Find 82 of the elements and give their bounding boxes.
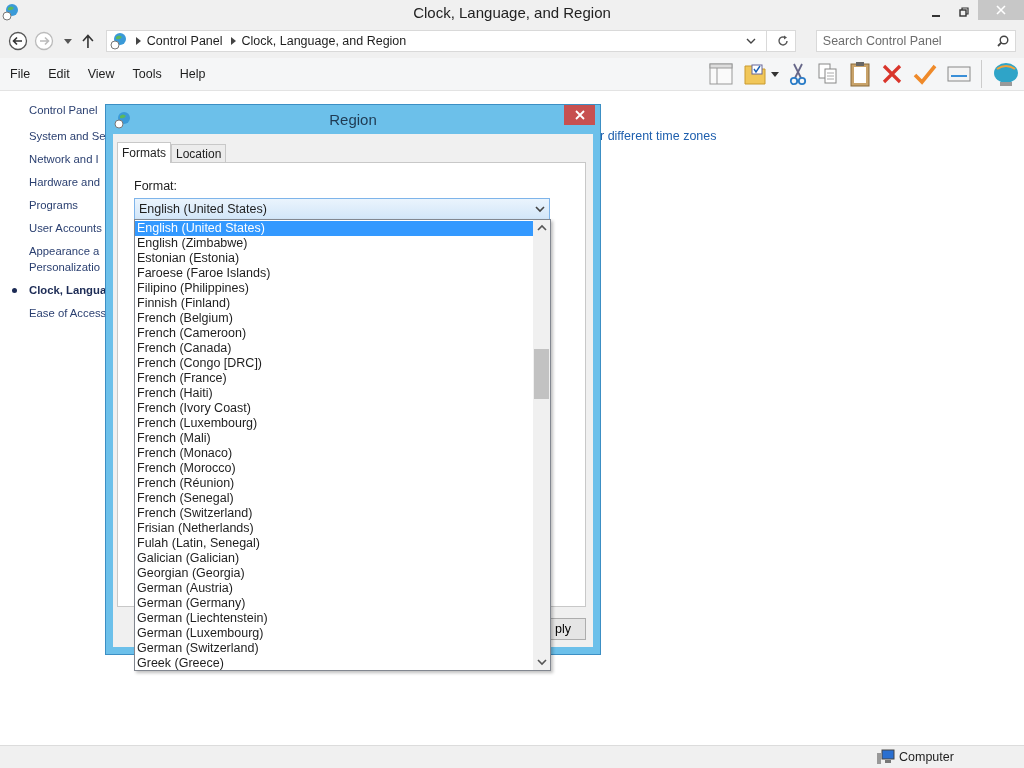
list-option[interactable]: French (Luxembourg) (135, 416, 533, 431)
card-icon[interactable] (947, 65, 971, 83)
dropdown-caret-icon[interactable] (745, 37, 756, 45)
format-label: Format: (134, 179, 179, 193)
scissors-icon[interactable] (789, 62, 807, 86)
list-option[interactable]: Faroese (Faroe Islands) (135, 266, 533, 281)
folder-icon[interactable] (743, 62, 767, 86)
list-option[interactable]: French (Congo [DRC]) (135, 356, 533, 371)
up-arrow-icon[interactable] (81, 34, 94, 48)
sidebar-link[interactable]: Control Panel (29, 102, 98, 118)
checkmark-icon[interactable] (913, 63, 937, 85)
back-button[interactable] (8, 31, 28, 51)
menu-item[interactable]: File (10, 67, 31, 81)
cross-icon[interactable] (881, 63, 903, 85)
list-option[interactable]: Filipino (Philippines) (135, 281, 533, 296)
list-option[interactable]: Finnish (Finland) (135, 296, 533, 311)
menu-item[interactable]: Edit (48, 67, 70, 81)
list-option[interactable]: French (Mali) (135, 431, 533, 446)
caret-icon[interactable] (771, 71, 779, 77)
list-option[interactable]: Estonian (Estonia) (135, 251, 533, 266)
list-option[interactable]: Greek (Greece) (135, 656, 533, 671)
scroll-up-icon[interactable] (536, 224, 547, 231)
list-option[interactable]: French (Cameroon) (135, 326, 533, 341)
menu-item[interactable]: Help (179, 67, 206, 81)
sidebar-link[interactable]: Appearance a Personalizatio (29, 243, 100, 275)
format-dropdown[interactable]: English (United States) (134, 198, 550, 220)
list-option[interactable]: German (Switzerland) (135, 641, 533, 656)
list-option[interactable]: French (Belgium) (135, 311, 533, 326)
list-option[interactable]: German (Liechtenstein) (135, 611, 533, 626)
sidebar-link[interactable]: User Accounts (29, 220, 102, 236)
minimize-icon (932, 15, 940, 17)
search-icon (997, 35, 1009, 47)
caret-icon (535, 205, 545, 213)
list-option[interactable]: French (France) (135, 371, 533, 386)
search-field[interactable]: Search Control Panel (815, 30, 1016, 52)
list-option[interactable]: French (Réunion) (135, 476, 533, 491)
list-option[interactable]: Frisian (Netherlands) (135, 521, 533, 536)
list-option[interactable]: German (Luxembourg) (135, 626, 533, 641)
scroll-thumb[interactable] (534, 349, 549, 399)
list-option[interactable]: Fulah (Latin, Senegal) (135, 536, 533, 551)
scrollbar[interactable] (533, 220, 550, 670)
sidebar-link[interactable]: Ease of Access (29, 305, 107, 321)
list-option[interactable]: German (Germany) (135, 596, 533, 611)
task-link[interactable]: r different time zones (600, 129, 717, 143)
refresh-icon[interactable] (776, 35, 789, 47)
list-option[interactable]: French (Monaco) (135, 446, 533, 461)
menu-item[interactable]: View (87, 67, 115, 81)
computer-icon (877, 749, 895, 765)
list-option[interactable]: French (Haiti) (135, 386, 533, 401)
list-option[interactable]: French (Senegal) (135, 491, 533, 506)
list-option[interactable]: French (Ivory Coast) (135, 401, 533, 416)
dialog-title: Region (329, 111, 377, 128)
close-button[interactable] (564, 105, 595, 125)
list-option[interactable]: French (Switzerland) (135, 506, 533, 521)
sidebar-link[interactable]: Network and I (29, 151, 99, 167)
list-option[interactable]: Georgian (Georgia) (135, 566, 533, 581)
globe-clock-icon (114, 110, 132, 129)
address-bar[interactable]: Control Panel Clock, Language, and Region (105, 30, 796, 52)
list-option[interactable]: French (Canada) (135, 341, 533, 356)
list-option[interactable]: German (Austria) (135, 581, 533, 596)
breadcrumb[interactable]: Control Panel (146, 34, 223, 48)
chevron-icon (135, 37, 141, 45)
scroll-down-icon[interactable] (536, 659, 547, 666)
menu-item[interactable]: Tools (132, 67, 162, 81)
list-option[interactable]: English (Zimbabwe) (135, 236, 533, 251)
breadcrumb[interactable]: Clock, Language, and Region (241, 34, 407, 48)
sidebar-link[interactable]: Hardware and (29, 174, 100, 190)
list-option[interactable]: Galician (Galician) (135, 551, 533, 566)
tab[interactable]: Location (171, 144, 227, 162)
sidebar-link[interactable]: Clock, Langua (29, 282, 107, 298)
status-text: Computer (899, 750, 954, 764)
close-icon (574, 110, 585, 120)
sidebar-link[interactable]: Programs (29, 197, 78, 213)
clipboard-icon[interactable] (849, 61, 871, 87)
sidebar-link[interactable]: System and Se (29, 128, 106, 144)
chevron-icon (230, 37, 236, 45)
list-option[interactable]: French (Morocco) (135, 461, 533, 476)
tab[interactable]: Formats (117, 142, 171, 163)
caret-icon[interactable] (64, 38, 72, 44)
close-icon (996, 5, 1006, 15)
restore-icon (959, 7, 969, 17)
window-title: Clock, Language, and Region (413, 3, 611, 21)
